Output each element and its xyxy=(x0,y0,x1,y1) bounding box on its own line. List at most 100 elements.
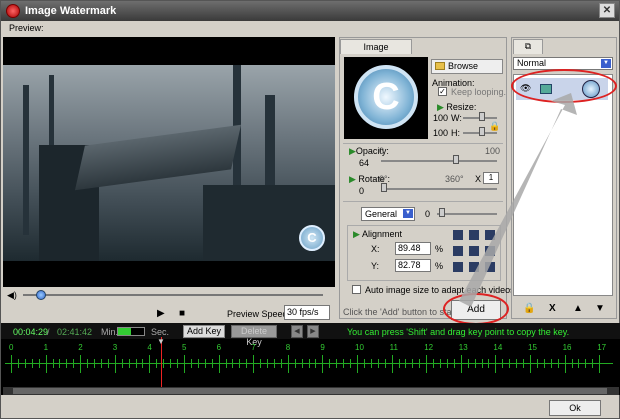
ruler-minor-tick xyxy=(156,359,158,368)
ruler-tick-label: 16 xyxy=(562,343,572,352)
image-watermark-window: Image Watermark ✕ Preview: C ◀) ▶ ■ Prev… xyxy=(0,0,620,419)
ruler-tick-label: 13 xyxy=(458,343,468,352)
ruler-minor-tick xyxy=(100,359,102,368)
ruler-tick-label: 2 xyxy=(78,343,83,352)
ruler-tick-label: 8 xyxy=(285,343,291,352)
ruler-tick xyxy=(460,355,462,373)
ruler-minor-tick xyxy=(280,359,282,368)
timeline-ruler[interactable]: 0 1 2 3 4 5 6 7 8 9 10 11 12 13 14 15 16 17 xyxy=(5,343,617,387)
ruler-minor-tick xyxy=(350,359,352,368)
ruler-tick xyxy=(391,355,393,373)
ruler-tick-label: 14 xyxy=(493,343,503,352)
ruler-tick-label: 0 xyxy=(9,343,14,352)
ruler-minor-tick xyxy=(536,359,538,368)
timeline-scrollbar[interactable] xyxy=(3,387,619,395)
ruler-minor-tick xyxy=(52,359,54,368)
ruler-tick xyxy=(11,355,12,373)
ruler-minor-tick xyxy=(481,359,483,368)
ruler-tick xyxy=(253,355,255,373)
ruler-minor-tick xyxy=(246,359,248,368)
ruler-tick-label: 7 xyxy=(251,343,256,352)
ruler-tick xyxy=(45,355,47,373)
ruler-minor-tick xyxy=(488,359,490,368)
ruler-minor-tick xyxy=(94,359,96,368)
ruler-minor-tick xyxy=(336,359,338,368)
ruler-tick xyxy=(114,355,116,373)
ruler-minor-tick xyxy=(377,359,379,368)
ruler-minor-tick xyxy=(294,359,296,368)
ruler-minor-tick xyxy=(301,359,303,368)
ruler-minor-tick xyxy=(38,359,40,368)
ruler-minor-tick xyxy=(467,359,469,368)
ruler-minor-tick xyxy=(190,359,192,368)
next-key-button[interactable]: ▶ xyxy=(307,325,319,338)
ruler-minor-tick xyxy=(225,359,227,368)
previous-key-button[interactable]: ◀ xyxy=(291,325,303,338)
ruler-minor-tick xyxy=(308,359,310,368)
ruler-minor-tick xyxy=(17,359,19,368)
ruler-minor-tick xyxy=(363,359,365,368)
ruler-minor-tick xyxy=(273,359,275,368)
ruler-minor-tick xyxy=(142,359,144,368)
ruler-minor-tick xyxy=(211,359,213,368)
ruler-minor-tick xyxy=(550,359,552,368)
ruler-tick-label: 17 xyxy=(597,343,607,352)
ruler-minor-tick xyxy=(232,359,234,368)
ruler-tick-label: 11 xyxy=(389,343,398,352)
ruler-minor-tick xyxy=(329,359,331,368)
ruler-tick xyxy=(80,355,82,373)
ruler-tick-label: 9 xyxy=(320,343,325,352)
timeline-zoom-slider[interactable] xyxy=(117,327,145,336)
ruler-minor-tick xyxy=(474,359,476,368)
ruler-minor-tick xyxy=(66,359,68,368)
ruler-tick-label: 15 xyxy=(528,343,537,352)
ruler-tick-label: 4 xyxy=(147,343,152,352)
ruler-minor-tick xyxy=(59,359,61,368)
ruler-minor-tick xyxy=(128,359,130,368)
ruler-tick-label: 10 xyxy=(355,343,364,352)
ruler-minor-tick xyxy=(398,359,400,368)
ruler-minor-tick xyxy=(516,359,518,368)
ruler-minor-tick xyxy=(31,359,33,368)
total-time: 02:41:42 xyxy=(57,327,93,337)
ruler-minor-tick xyxy=(163,359,165,368)
ruler-minor-tick xyxy=(197,359,199,368)
add-key-button[interactable]: Add Key xyxy=(183,325,225,338)
ruler-minor-tick xyxy=(585,359,587,368)
ruler-minor-tick xyxy=(370,359,372,368)
ruler-minor-tick xyxy=(239,359,241,368)
ruler-minor-tick xyxy=(412,359,414,368)
ruler-tick xyxy=(218,355,220,373)
ruler-minor-tick xyxy=(543,359,545,368)
playhead-marker-icon[interactable]: ▼ xyxy=(157,337,165,346)
ruler-tick xyxy=(426,355,428,373)
ruler-minor-tick xyxy=(135,359,137,368)
ruler-minor-tick xyxy=(453,359,455,368)
ruler-tick xyxy=(184,355,185,373)
ruler-tick xyxy=(599,355,601,373)
min-label: Min. xyxy=(101,327,119,337)
ruler-minor-tick xyxy=(204,359,206,368)
ruler-minor-tick xyxy=(343,359,345,368)
time-separator: / xyxy=(47,327,50,337)
ruler-minor-tick xyxy=(509,359,511,368)
ruler-minor-tick xyxy=(440,359,442,368)
ruler-tick xyxy=(149,355,151,373)
shift-hint: You can press 'Shift' and drag key point… xyxy=(347,327,570,337)
ruler-minor-tick xyxy=(523,359,525,368)
ruler-minor-tick xyxy=(121,359,123,368)
ruler-minor-tick xyxy=(384,359,386,368)
ruler-minor-tick xyxy=(87,359,89,368)
timeline-scroll-thumb[interactable] xyxy=(13,388,607,394)
delete-key-button[interactable]: Delete Key xyxy=(231,325,277,347)
ruler-minor-tick xyxy=(592,359,594,368)
ruler-minor-tick xyxy=(24,359,26,368)
ruler-minor-tick xyxy=(107,359,109,368)
ruler-minor-tick xyxy=(260,359,262,368)
ruler-tick xyxy=(495,355,497,373)
ruler-minor-tick xyxy=(405,359,407,368)
ruler-tick xyxy=(287,355,289,373)
ruler-minor-tick xyxy=(578,359,580,368)
ok-button[interactable]: Ok xyxy=(549,400,601,416)
ruler-tick xyxy=(322,355,324,373)
